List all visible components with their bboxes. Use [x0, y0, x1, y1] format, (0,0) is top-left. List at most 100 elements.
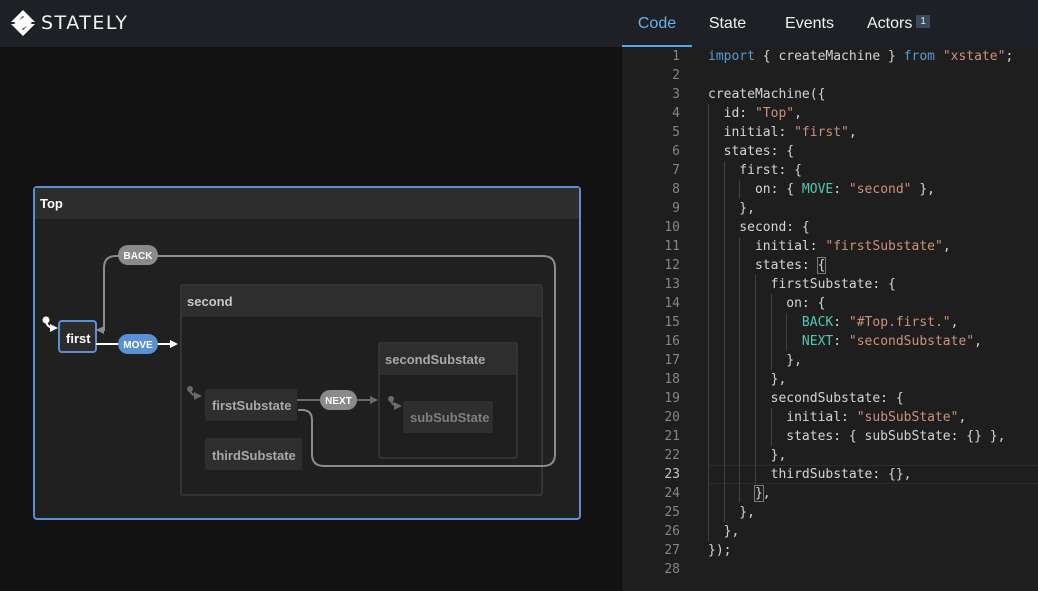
- code-line: 28: [622, 560, 1038, 579]
- state-node-sub-sub-state[interactable]: subSubState: [403, 401, 493, 433]
- code-text: NEXT: "secondSubstate",: [708, 332, 982, 351]
- code-line: 23 thirdSubstate: {},: [622, 465, 1038, 484]
- indent-guide: [708, 370, 709, 389]
- code-text: createMachine({: [708, 85, 825, 104]
- code-text: },: [708, 522, 740, 541]
- indent-guide: [708, 294, 709, 313]
- line-number: 20: [664, 410, 680, 425]
- code-text: },: [708, 503, 755, 522]
- code-token: import: [708, 49, 755, 64]
- state-label-third-substate: thirdSubstate: [212, 448, 296, 463]
- line-number: 25: [664, 505, 680, 520]
- code-token: ,: [942, 239, 951, 254]
- code-token: secondSubstate: {: [708, 391, 904, 406]
- code-token: ,: [794, 106, 802, 121]
- stately-logo[interactable]: STATELY: [10, 8, 129, 38]
- code-line: 4 id: "Top",: [622, 104, 1038, 123]
- code-token: }: [753, 485, 764, 502]
- top-bar: STATELY Code State Events Actors 1: [0, 0, 1038, 47]
- indent-guide: [739, 256, 741, 275]
- indent-guide: [770, 332, 772, 351]
- event-move[interactable]: MOVE: [118, 334, 158, 354]
- tab-state[interactable]: State: [695, 0, 760, 47]
- event-back[interactable]: BACK: [118, 245, 158, 265]
- line-number: 1: [672, 49, 680, 64]
- code-line: 18 },: [622, 370, 1038, 389]
- line-number: 26: [664, 524, 680, 539]
- code-token: on: {: [708, 182, 802, 197]
- indent-guide: [770, 427, 772, 446]
- tab-events[interactable]: Events: [762, 0, 857, 47]
- code-editor[interactable]: 1 import { createMachine } from "xstate";…: [622, 47, 1038, 591]
- code-token: },: [708, 448, 787, 463]
- code-token: },: [708, 201, 755, 216]
- code-token: first: {: [708, 163, 802, 178]
- indent-guide: [723, 275, 725, 294]
- indent-guide: [708, 161, 709, 180]
- indent-guide: [723, 237, 725, 256]
- line-number: 9: [672, 201, 680, 216]
- code-line: 7 first: {: [622, 161, 1038, 180]
- statechart-canvas[interactable]: Top second secondSubstate first MOVE BAC…: [0, 47, 622, 591]
- code-token: });: [708, 543, 732, 558]
- state-node-first-substate[interactable]: firstSubstate: [205, 389, 297, 421]
- indent-guide: [708, 332, 709, 351]
- state-node-first[interactable]: first: [58, 320, 97, 353]
- code-text: },: [708, 199, 755, 218]
- code-token: ,: [950, 315, 959, 330]
- code-line: 20 initial: "subSubState",: [622, 408, 1038, 427]
- line-number: 24: [664, 486, 680, 501]
- indent-guide: [754, 408, 756, 427]
- code-token: initial:: [708, 410, 857, 425]
- line-number: 28: [664, 562, 680, 577]
- indent-guide: [708, 446, 709, 465]
- tab-actors[interactable]: Actors 1: [867, 0, 930, 47]
- line-number: 21: [664, 429, 680, 444]
- indent-guide: [708, 256, 709, 275]
- indent-guide: [723, 332, 725, 351]
- line-number: 13: [664, 277, 680, 292]
- code-token: "Top": [754, 106, 795, 121]
- event-next[interactable]: NEXT: [320, 390, 357, 410]
- line-number: 18: [664, 372, 680, 387]
- code-token: from: [903, 49, 935, 64]
- state-label-second: second: [187, 294, 233, 309]
- indent-guide: [754, 313, 756, 332]
- code-line: 27});: [622, 541, 1038, 560]
- event-back-label: BACK: [124, 251, 154, 262]
- indent-guide: [708, 313, 709, 332]
- tab-code[interactable]: Code: [622, 0, 692, 47]
- indent-guide: [708, 180, 709, 199]
- indent-guide: [754, 427, 756, 446]
- code-text: BACK: "#Top.first.",: [708, 313, 959, 332]
- code-text: },: [708, 370, 787, 389]
- indent-guide: [708, 389, 709, 408]
- code-token: "#Top.first.": [848, 315, 951, 330]
- indent-guide: [739, 332, 741, 351]
- indent-guide: [723, 161, 725, 180]
- line-number: 19: [664, 391, 680, 406]
- line-number: 16: [664, 334, 680, 349]
- state-node-third-substate[interactable]: thirdSubstate: [205, 438, 302, 470]
- code-line: 21 states: { subSubState: {} },: [622, 427, 1038, 446]
- code-line: 10 second: {: [622, 218, 1038, 237]
- indent-guide: [708, 142, 709, 161]
- code-token: "subSubState": [856, 410, 959, 425]
- indent-guide: [739, 351, 741, 370]
- indent-guide: [739, 389, 741, 408]
- code-line: 26 },: [622, 522, 1038, 541]
- code-text: id: "Top",: [708, 104, 802, 123]
- code-line: 19 secondSubstate: {: [622, 389, 1038, 408]
- code-line: 3 createMachine({: [622, 85, 1038, 104]
- tab-events-label: Events: [785, 15, 834, 32]
- code-line: 22 },: [622, 446, 1038, 465]
- indent-guide: [723, 199, 725, 218]
- code-line: 25 },: [622, 503, 1038, 522]
- indent-guide: [708, 484, 709, 503]
- statechart-diagram: Top second secondSubstate first MOVE BAC…: [33, 186, 581, 520]
- state-node-second-substate[interactable]: secondSubstate: [378, 342, 518, 459]
- code-token: on: {: [708, 296, 826, 311]
- panel-tabs: Code State Events Actors 1: [622, 0, 930, 47]
- indent-guide: [786, 332, 788, 351]
